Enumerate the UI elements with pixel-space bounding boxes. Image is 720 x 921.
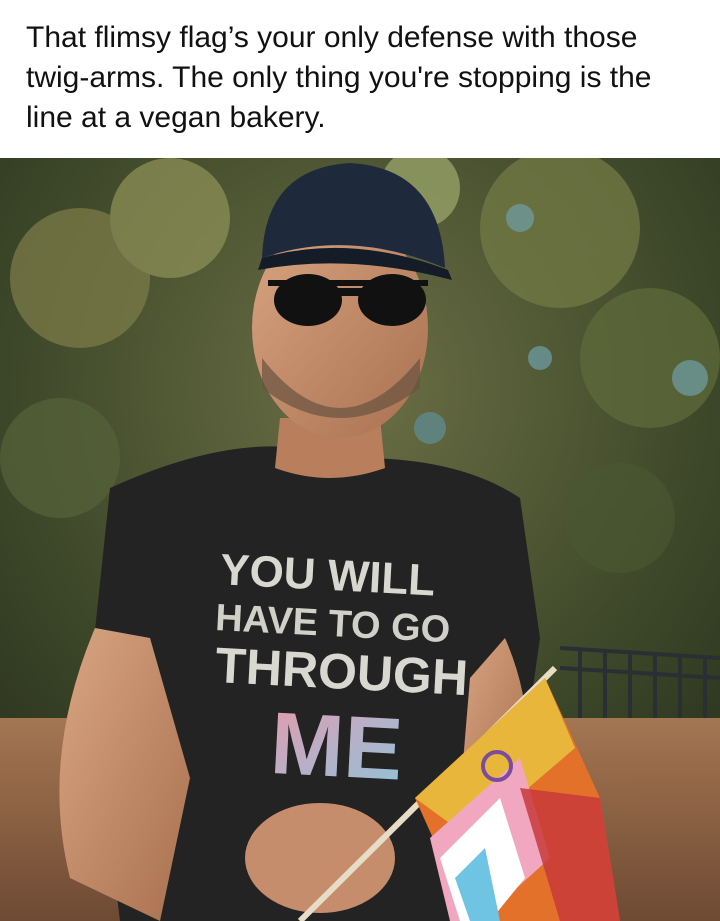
hand bbox=[245, 803, 395, 913]
shirt-text-line4: ME bbox=[268, 693, 405, 799]
post-photo[interactable]: YOU WILL HAVE TO GO THROUGH ME bbox=[0, 158, 720, 921]
social-post: That flimsy flag’s your only defense wit… bbox=[0, 0, 720, 921]
photo-illustration: YOU WILL HAVE TO GO THROUGH ME bbox=[0, 158, 720, 921]
post-caption: That flimsy flag’s your only defense wit… bbox=[0, 0, 720, 158]
